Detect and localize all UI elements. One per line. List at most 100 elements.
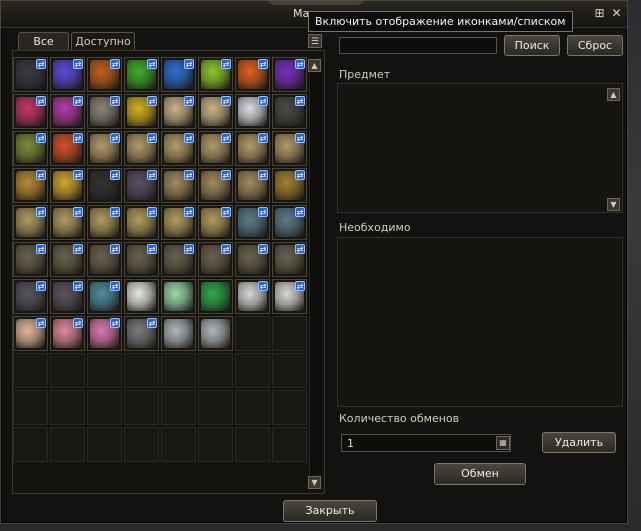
grid-cell[interactable]: ⇄ bbox=[124, 242, 159, 277]
exchange-quantity-input[interactable] bbox=[341, 434, 511, 452]
window-toggle-icon[interactable]: ⊞ bbox=[593, 7, 606, 20]
grid-cell[interactable] bbox=[50, 390, 85, 425]
delete-button[interactable]: Удалить bbox=[542, 432, 616, 453]
grid-cell[interactable] bbox=[124, 279, 159, 314]
grid-cell[interactable]: ⇄ bbox=[272, 242, 307, 277]
grid-cell[interactable] bbox=[13, 427, 48, 462]
grid-cell[interactable]: ⇄ bbox=[161, 94, 196, 129]
grid-cell[interactable]: ⇄ bbox=[161, 131, 196, 166]
grid-cell[interactable]: ⇄ bbox=[124, 316, 159, 351]
grid-cell[interactable] bbox=[198, 316, 233, 351]
grid-cell[interactable] bbox=[124, 353, 159, 388]
grid-cell[interactable]: ⇄ bbox=[50, 242, 85, 277]
grid-cell[interactable] bbox=[235, 427, 270, 462]
grid-cell[interactable]: ⇄ bbox=[272, 131, 307, 166]
close-button[interactable]: Закрыть bbox=[283, 500, 377, 522]
grid-cell[interactable]: ⇄ bbox=[13, 279, 48, 314]
grid-cell[interactable] bbox=[235, 316, 270, 351]
tab-available[interactable]: Доступно bbox=[71, 32, 135, 50]
tab-all[interactable]: Все bbox=[18, 32, 69, 50]
grid-cell[interactable] bbox=[272, 353, 307, 388]
exchange-button[interactable]: Обмен bbox=[434, 463, 526, 485]
search-input[interactable] bbox=[339, 37, 497, 54]
grid-cell[interactable] bbox=[198, 353, 233, 388]
grid-cell[interactable] bbox=[198, 390, 233, 425]
grid-cell[interactable]: ⇄ bbox=[87, 205, 122, 240]
grid-cell[interactable]: ⇄ bbox=[13, 94, 48, 129]
grid-cell[interactable]: ⇄ bbox=[198, 168, 233, 203]
grid-cell[interactable]: ⇄ bbox=[50, 316, 85, 351]
grid-cell[interactable]: ⇄ bbox=[13, 316, 48, 351]
grid-cell[interactable]: ⇄ bbox=[198, 242, 233, 277]
search-button[interactable]: Поиск bbox=[504, 35, 560, 56]
grid-cell[interactable]: ⇄ bbox=[272, 279, 307, 314]
grid-cell[interactable] bbox=[161, 427, 196, 462]
close-icon[interactable]: ✕ bbox=[610, 7, 623, 20]
grid-cell[interactable]: ⇄ bbox=[124, 205, 159, 240]
grid-cell[interactable]: ⇄ bbox=[50, 205, 85, 240]
grid-scroll-track[interactable] bbox=[309, 73, 322, 475]
grid-cell[interactable] bbox=[198, 427, 233, 462]
grid-cell[interactable] bbox=[272, 316, 307, 351]
grid-cell[interactable] bbox=[161, 353, 196, 388]
grid-cell[interactable] bbox=[272, 390, 307, 425]
grid-cell[interactable]: ⇄ bbox=[87, 242, 122, 277]
item-scroll-down-icon[interactable]: ▼ bbox=[607, 198, 620, 211]
grid-cell[interactable] bbox=[13, 353, 48, 388]
grid-cell[interactable]: ⇄ bbox=[50, 279, 85, 314]
view-mode-toggle-icon[interactable]: ☰ bbox=[308, 34, 322, 48]
grid-cell[interactable]: ⇄ bbox=[235, 242, 270, 277]
grid-cell[interactable]: ⇄ bbox=[235, 205, 270, 240]
grid-cell[interactable]: ⇄ bbox=[235, 57, 270, 92]
grid-cell[interactable]: ⇄ bbox=[13, 131, 48, 166]
grid-cell[interactable]: ⇄ bbox=[50, 94, 85, 129]
grid-cell[interactable]: ⇄ bbox=[124, 131, 159, 166]
scroll-down-icon[interactable]: ▼ bbox=[308, 476, 321, 489]
reset-button[interactable]: Сброс bbox=[567, 35, 623, 56]
grid-cell[interactable] bbox=[87, 390, 122, 425]
grid-cell[interactable]: ⇄ bbox=[87, 57, 122, 92]
grid-cell[interactable]: ⇄ bbox=[124, 94, 159, 129]
grid-cell[interactable]: ⇄ bbox=[272, 94, 307, 129]
grid-cell[interactable]: ⇄ bbox=[235, 168, 270, 203]
grid-cell[interactable]: ⇄ bbox=[161, 205, 196, 240]
grid-cell[interactable] bbox=[50, 427, 85, 462]
grid-cell[interactable]: ⇄ bbox=[272, 205, 307, 240]
grid-cell[interactable] bbox=[272, 427, 307, 462]
grid-cell[interactable] bbox=[198, 279, 233, 314]
grid-cell[interactable]: ⇄ bbox=[198, 57, 233, 92]
grid-cell[interactable]: ⇄ bbox=[198, 131, 233, 166]
grid-cell[interactable] bbox=[161, 390, 196, 425]
grid-cell[interactable]: ⇄ bbox=[235, 131, 270, 166]
grid-cell[interactable]: ⇄ bbox=[235, 279, 270, 314]
grid-cell[interactable] bbox=[13, 390, 48, 425]
grid-cell[interactable]: ⇄ bbox=[161, 242, 196, 277]
grid-cell[interactable]: ⇄ bbox=[161, 168, 196, 203]
grid-cell[interactable] bbox=[124, 390, 159, 425]
grid-cell[interactable]: ⇄ bbox=[272, 57, 307, 92]
grid-cell[interactable]: ⇄ bbox=[50, 168, 85, 203]
grid-cell[interactable] bbox=[235, 390, 270, 425]
scroll-up-icon[interactable]: ▲ bbox=[308, 59, 321, 72]
grid-cell[interactable]: ⇄ bbox=[13, 205, 48, 240]
grid-cell[interactable]: ⇄ bbox=[161, 57, 196, 92]
grid-cell[interactable]: ⇄ bbox=[87, 279, 122, 314]
grid-cell[interactable]: ⇄ bbox=[13, 57, 48, 92]
grid-cell[interactable] bbox=[235, 353, 270, 388]
grid-cell[interactable] bbox=[50, 353, 85, 388]
grid-cell[interactable]: ⇄ bbox=[87, 316, 122, 351]
grid-cell[interactable] bbox=[87, 353, 122, 388]
grid-cell[interactable] bbox=[124, 427, 159, 462]
grid-cell[interactable] bbox=[161, 316, 196, 351]
grid-cell[interactable]: ⇄ bbox=[13, 168, 48, 203]
grid-cell[interactable]: ⇄ bbox=[13, 242, 48, 277]
grid-cell[interactable]: ⇄ bbox=[272, 168, 307, 203]
grid-cell[interactable]: ⇄ bbox=[124, 168, 159, 203]
grid-cell[interactable]: ⇄ bbox=[235, 94, 270, 129]
item-scroll-up-icon[interactable]: ▲ bbox=[607, 88, 620, 101]
grid-cell[interactable] bbox=[161, 279, 196, 314]
calculator-icon[interactable]: ▦ bbox=[496, 436, 510, 450]
grid-cell[interactable]: ⇄ bbox=[50, 57, 85, 92]
grid-cell[interactable]: ⇄ bbox=[87, 94, 122, 129]
grid-cell[interactable]: ⇄ bbox=[198, 205, 233, 240]
